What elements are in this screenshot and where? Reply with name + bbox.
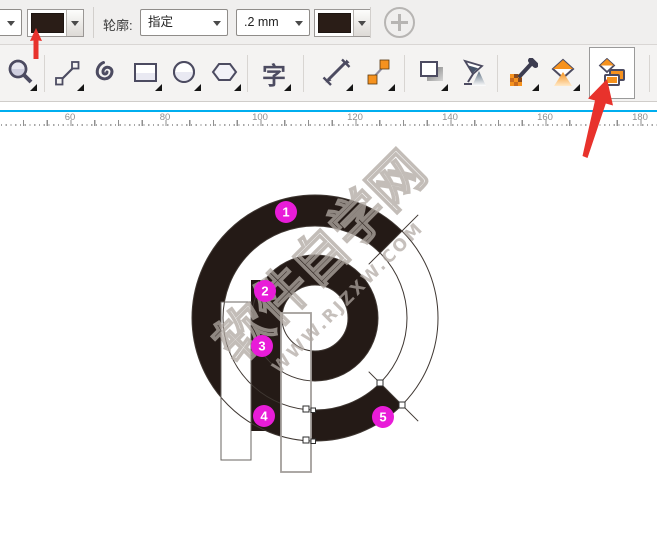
outline-label: 轮廓:	[103, 15, 133, 34]
clipped-combobox[interactable]	[0, 9, 22, 36]
spiral-icon	[92, 58, 122, 88]
flyout-triangle-icon	[234, 84, 241, 91]
outline-color-picker[interactable]	[314, 9, 371, 37]
toolbox: 字	[0, 45, 657, 102]
chevron-down-icon	[358, 21, 366, 26]
fill-color-swatch[interactable]	[31, 13, 64, 33]
transparency-tool-button[interactable]	[454, 50, 492, 96]
ellipse-tool-button[interactable]	[166, 50, 204, 96]
polygon-tool-button[interactable]	[206, 50, 244, 96]
flyout-triangle-icon	[532, 84, 539, 91]
horizontal-ruler[interactable]: 60 80 100 120 140 160 180	[0, 103, 657, 127]
guideline-cyan[interactable]	[0, 110, 657, 112]
coreldraw-window: 轮廓: 指定 .2 mm	[0, 0, 657, 540]
freehand-tool-button[interactable]	[49, 50, 87, 96]
flyout-triangle-icon	[155, 84, 162, 91]
chevron-down-icon	[7, 21, 15, 26]
flyout-triangle-icon	[388, 84, 395, 91]
fill-color-dropdown[interactable]	[66, 10, 83, 36]
wine-glass-icon	[458, 58, 488, 88]
smart-fill-tool-button[interactable]	[589, 47, 635, 99]
flyout-triangle-icon	[441, 84, 448, 91]
outline-style-combobox[interactable]: 指定	[140, 9, 228, 36]
property-bar: 轮廓: 指定 .2 mm	[0, 0, 657, 45]
outline-color-dropdown[interactable]	[353, 10, 370, 36]
outline-color-swatch[interactable]	[318, 13, 351, 33]
chevron-down-icon	[213, 21, 221, 26]
separator	[44, 55, 45, 92]
separator	[370, 7, 371, 38]
drop-shadow-tool-button[interactable]	[413, 50, 451, 96]
separator	[497, 55, 498, 92]
interactive-fill-tool-button[interactable]	[545, 50, 583, 96]
flyout-triangle-icon	[194, 84, 201, 91]
text-tool-glyph: 字	[262, 56, 286, 91]
outline-style-value: 指定	[148, 15, 173, 29]
ruler-ticks-minor	[1, 124, 657, 126]
add-button[interactable]	[384, 7, 415, 38]
separator	[303, 55, 304, 92]
flyout-triangle-icon	[284, 84, 291, 91]
chevron-down-icon	[71, 21, 79, 26]
separator	[247, 55, 248, 92]
connector-tool-button[interactable]	[360, 50, 398, 96]
chevron-down-icon	[295, 21, 303, 26]
text-tool-button[interactable]: 字	[256, 50, 294, 96]
flyout-triangle-icon	[77, 84, 84, 91]
zoom-tool-button[interactable]	[2, 50, 40, 96]
dimension-tool-button[interactable]	[318, 50, 356, 96]
smart-fill-icon	[597, 58, 629, 90]
separator	[93, 7, 94, 38]
outline-width-combobox[interactable]: .2 mm	[236, 9, 310, 36]
flyout-triangle-icon	[346, 84, 353, 91]
rectangle-tool-button[interactable]	[127, 50, 165, 96]
color-eyedropper-tool-button[interactable]	[504, 50, 542, 96]
flyout-triangle-icon	[30, 84, 37, 91]
fill-color-picker[interactable]	[27, 9, 84, 37]
separator	[649, 55, 650, 92]
separator	[404, 55, 405, 92]
outline-width-value: .2 mm	[244, 15, 279, 29]
flyout-triangle-icon	[573, 84, 580, 91]
spiral-tool-button[interactable]	[88, 50, 126, 96]
drawing-canvas[interactable]	[0, 127, 657, 540]
